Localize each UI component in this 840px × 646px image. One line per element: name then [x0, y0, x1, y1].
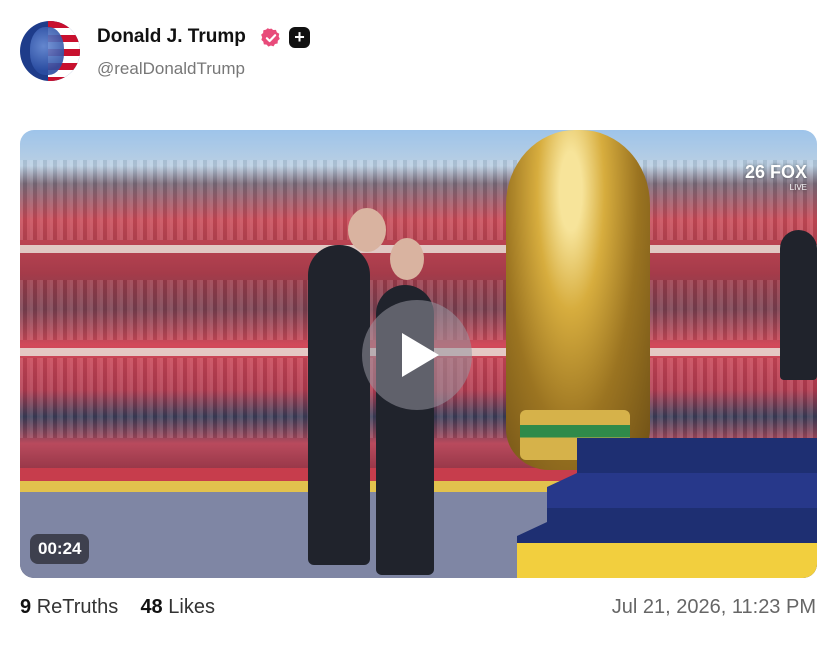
play-icon	[402, 333, 439, 377]
retruths-stat[interactable]: 9 ReTruths	[20, 596, 118, 618]
video-player[interactable]: 26 FOX LIVE 00:24	[20, 130, 817, 578]
avatar-portrait	[30, 27, 64, 75]
person-head	[348, 208, 386, 252]
play-button[interactable]	[362, 300, 472, 410]
verified-badge-icon	[261, 28, 280, 47]
person-head	[390, 238, 424, 280]
post-stats: 9 ReTruths 48 Likes	[20, 596, 215, 619]
video-duration: 00:24	[30, 534, 90, 564]
channel-logo: 26 FOX LIVE	[744, 162, 807, 192]
post-timestamp[interactable]: Jul 21, 2026, 11:23 PM	[612, 596, 816, 619]
person-figure	[308, 245, 370, 565]
person-figure	[780, 230, 817, 380]
plus-icon: +	[289, 27, 310, 48]
author-name[interactable]: Donald J. Trump	[97, 26, 246, 48]
likes-stat[interactable]: 48 Likes	[140, 596, 215, 618]
stadium-crowd-upper	[20, 160, 817, 240]
author-handle[interactable]: @realDonaldTrump	[97, 59, 245, 79]
avatar[interactable]	[20, 21, 80, 81]
